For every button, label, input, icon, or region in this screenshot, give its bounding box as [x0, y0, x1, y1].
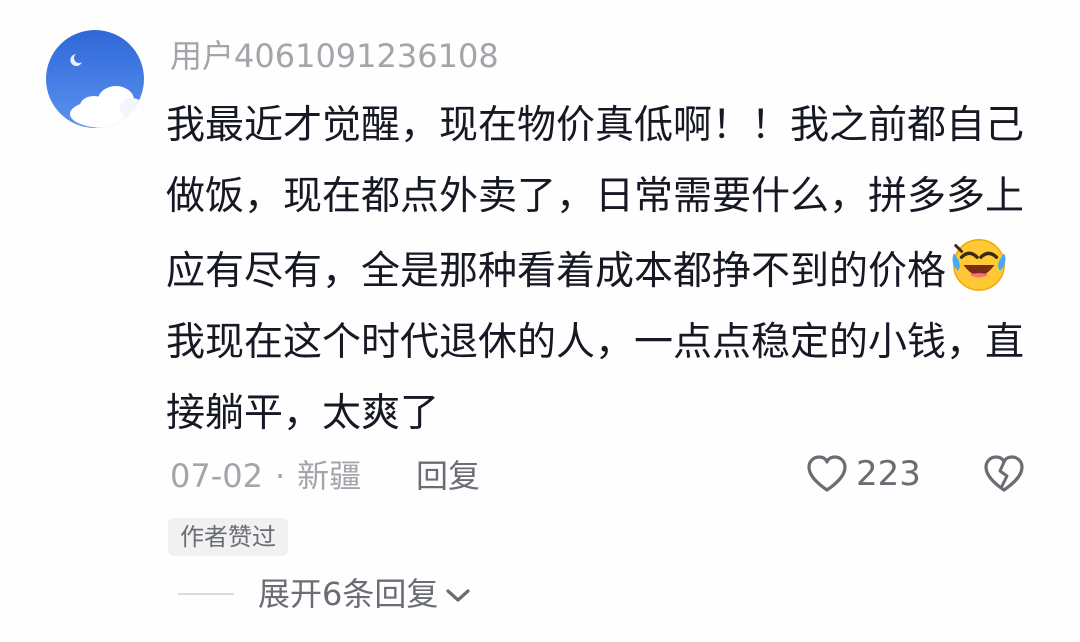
heart-outline-icon [807, 455, 847, 492]
comment-text-part-2: 我现在这个时代退休的人，一点点稳定的小钱，直接躺平，太爽了 [166, 320, 1025, 436]
meta-separator: · [274, 457, 286, 495]
username[interactable]: 用户4061091236108 [170, 36, 499, 76]
expand-replies-label: 展开6条回复 [258, 575, 439, 613]
broken-heart-icon [984, 455, 1024, 492]
comment-text-part-1: 我最近才觉醒，现在物价真低啊！！我之前都自己做饭，现在都点外卖了，日常需要什么，… [166, 103, 1025, 294]
dislike-button[interactable] [982, 454, 1026, 498]
laughing-crying-emoji-icon [952, 239, 1006, 291]
sky-cloud-avatar-image [46, 30, 144, 128]
comment-meta: 07-02 · 新疆 [170, 456, 361, 496]
reply-button[interactable]: 回复 [416, 456, 480, 496]
avatar[interactable] [46, 30, 144, 128]
expand-replies-button[interactable]: 展开6条回复 [178, 572, 472, 616]
comment-location: 新疆 [297, 457, 362, 495]
comment-text: 我最近才觉醒，现在物价真低啊！！我之前都自己做饭，现在都点外卖了，日常需要什么，… [166, 90, 1046, 449]
like-count: 223 [856, 454, 921, 494]
like-button[interactable]: 223 [806, 452, 921, 496]
author-liked-badge: 作者赞过 [168, 518, 288, 556]
chevron-down-icon [446, 589, 470, 602]
divider-line [178, 593, 234, 595]
comment-date: 07-02 [170, 457, 263, 495]
